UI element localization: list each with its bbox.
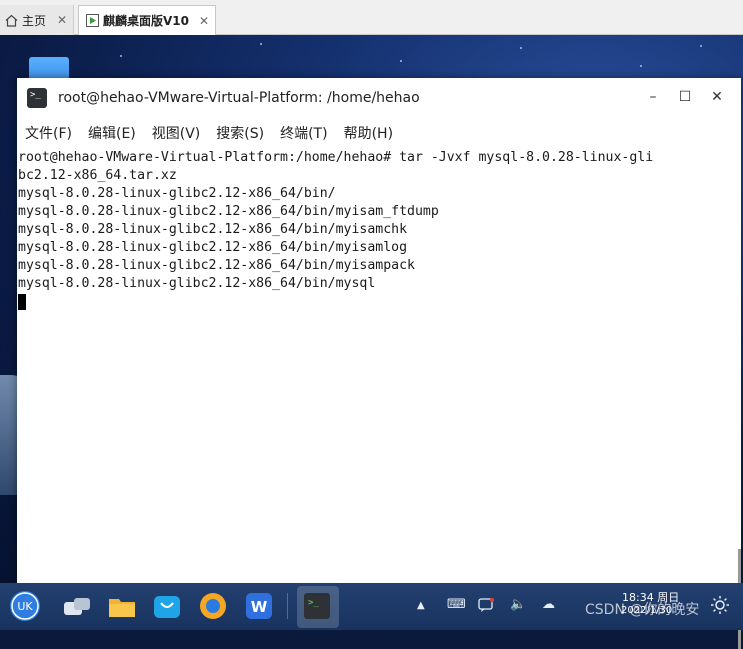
home-icon (4, 13, 18, 27)
browser-icon[interactable] (198, 591, 228, 621)
tab-vm-label: 麒麟桌面版V10 (103, 14, 189, 28)
menu-search[interactable]: 搜索(S) (208, 123, 272, 143)
tab-home[interactable]: 主页 ✕ (0, 5, 74, 35)
menu-terminal[interactable]: 终端(T) (272, 123, 335, 143)
vm-play-icon (85, 14, 99, 28)
file-manager-icon[interactable] (107, 591, 137, 621)
terminal-line: mysql-8.0.28-linux-glibc2.12-x86_64/bin/… (18, 222, 408, 237)
start-menu-icon[interactable]: UK (10, 591, 40, 621)
volume-icon[interactable]: 🔈 (510, 597, 526, 612)
menu-bar: 文件(F) 编辑(E) 视图(V) 搜索(S) 终端(T) 帮助(H) (17, 117, 741, 149)
terminal-window: >_ root@hehao-VMware-Virtual-Platform: /… (17, 78, 741, 649)
terminal-app-icon: >_ (27, 87, 47, 108)
host-tab-strip: 主页 ✕ 麒麟桌面版V10 ✕ (0, 0, 743, 35)
terminal-icon[interactable]: >_ (303, 592, 331, 620)
weather-icon[interactable]: ☁ (542, 597, 555, 612)
terminal-line: root@hehao-VMware-Virtual-Platform:/home… (18, 150, 654, 165)
menu-view[interactable]: 视图(V) (144, 123, 209, 143)
notification-icon[interactable] (478, 597, 495, 617)
multitask-view-icon[interactable] (62, 591, 92, 621)
terminal-output[interactable]: root@hehao-VMware-Virtual-Platform:/home… (17, 149, 741, 649)
svg-text:W: W (251, 598, 268, 616)
clock-date[interactable]: 2022/1/30 (621, 605, 672, 616)
tab-home-label: 主页 (22, 13, 47, 28)
close-button[interactable]: ✕ (701, 86, 733, 108)
brightness-icon[interactable] (710, 595, 730, 619)
wps-writer-icon[interactable]: W (244, 591, 274, 621)
window-titlebar[interactable]: >_ root@hehao-VMware-Virtual-Platform: /… (17, 78, 741, 117)
window-title: root@hehao-VMware-Virtual-Platform: /hom… (58, 89, 420, 106)
terminal-line: mysql-8.0.28-linux-glibc2.12-x86_64/bin/… (18, 276, 376, 291)
window-controls: – ☐ ✕ (637, 86, 733, 108)
keyboard-icon[interactable]: ⌨ (447, 597, 466, 612)
software-store-icon[interactable] (152, 591, 182, 621)
terminal-cursor (18, 294, 26, 310)
terminal-line: mysql-8.0.28-linux-glibc2.12-x86_64/bin/… (18, 204, 439, 219)
svg-text:>_: >_ (308, 598, 319, 608)
tray-expand-icon[interactable]: ▲ (417, 600, 425, 611)
tab-vm[interactable]: 麒麟桌面版V10 ✕ (78, 5, 216, 35)
menu-help[interactable]: 帮助(H) (336, 123, 401, 143)
svg-text:UK: UK (17, 600, 33, 613)
clock-time[interactable]: 18:34 周日 (622, 589, 679, 605)
maximize-button[interactable]: ☐ (669, 86, 701, 108)
terminal-line: mysql-8.0.28-linux-glibc2.12-x86_64/bin/… (18, 240, 408, 255)
taskbar: UK W >_ ▲ ⌨ 🔈 ☁ CSDN @你的晚安 18:34 周日 2022… (0, 583, 743, 630)
taskbar-separator (287, 593, 288, 619)
minimize-button[interactable]: – (637, 86, 669, 108)
menu-edit[interactable]: 编辑(E) (80, 123, 144, 143)
tab-vm-close-icon[interactable]: ✕ (199, 14, 209, 28)
tab-home-close-icon[interactable]: ✕ (57, 13, 67, 27)
menu-file[interactable]: 文件(F) (17, 123, 80, 143)
terminal-line: mysql-8.0.28-linux-glibc2.12-x86_64/bin/ (18, 186, 336, 201)
terminal-line: mysql-8.0.28-linux-glibc2.12-x86_64/bin/… (18, 258, 415, 273)
terminal-line: bc2.12-x86_64.tar.xz (18, 168, 177, 183)
